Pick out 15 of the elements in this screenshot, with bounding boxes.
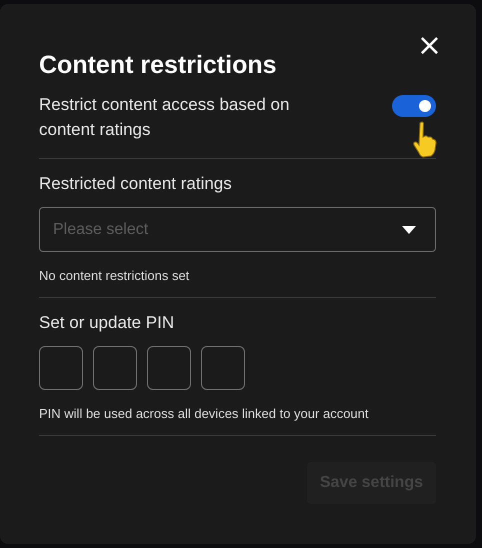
- hand-pointer-icon: [411, 120, 437, 158]
- hint-text: No content restrictions set: [39, 268, 190, 283]
- pin-digit-field[interactable]: [39, 346, 83, 390]
- toggle-label: Restrict content access based on content ratings: [39, 94, 290, 141]
- dialog-title: Content restrictions: [39, 51, 277, 80]
- hint-text: PIN will be used across all devices linked to your account: [39, 406, 370, 421]
- pin-digit-field[interactable]: [93, 346, 137, 390]
- pin-digit-field[interactable]: [147, 346, 191, 390]
- pin-digit-field[interactable]: [201, 346, 245, 390]
- dropdown-field[interactable]: Please select: [39, 207, 436, 252]
- close-button[interactable]: ×: [416, 34, 442, 58]
- field-label: Set or update PIN: [39, 313, 176, 333]
- toggle-switch[interactable]: [392, 95, 436, 117]
- caret-icon: [402, 226, 416, 234]
- field-label: Restricted content ratings: [39, 174, 233, 194]
